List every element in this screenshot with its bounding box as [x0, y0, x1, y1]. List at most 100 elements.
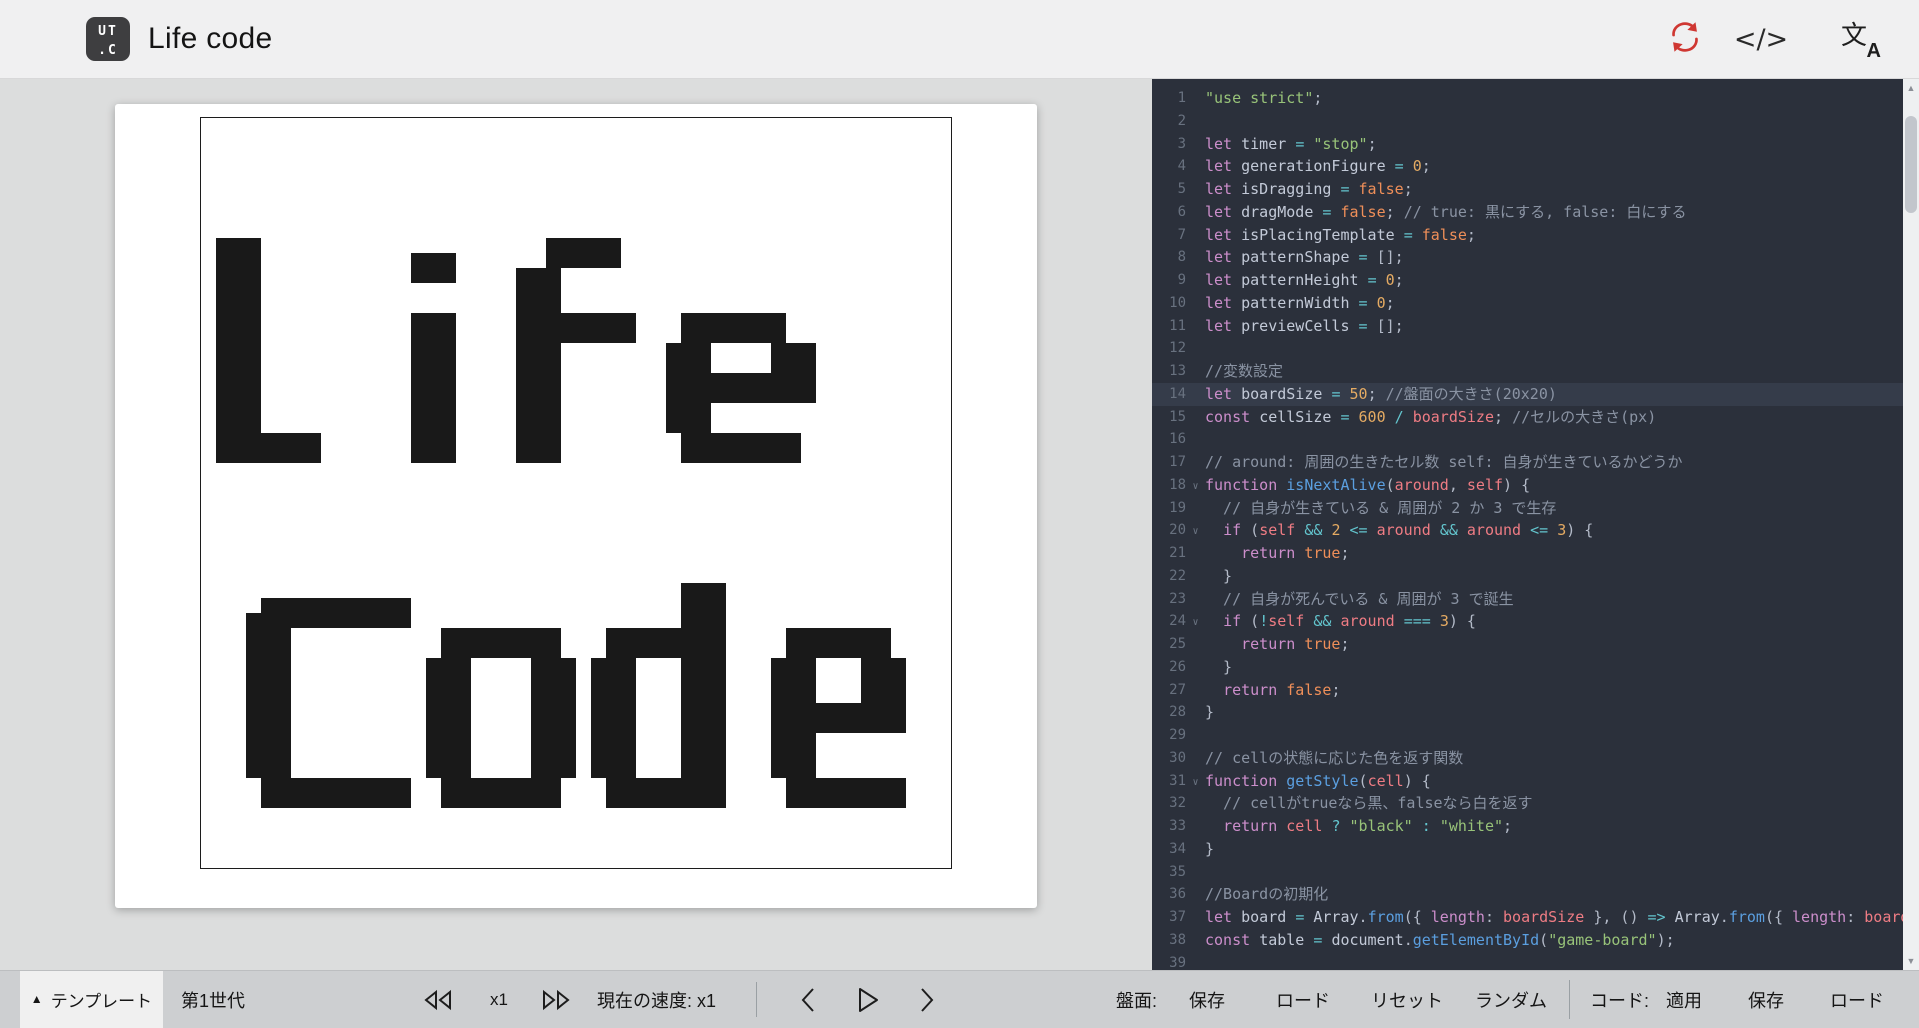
code-line[interactable]: 32 // cellがtrueなら黒、falseなら白を返す [1152, 792, 1919, 815]
code-line[interactable]: 35 [1152, 861, 1919, 884]
line-number: 19 [1152, 497, 1186, 520]
code-line[interactable]: 30// cellの状態に応じた色を返す関数 [1152, 747, 1919, 770]
board-pixel [591, 658, 636, 778]
speed-down-button[interactable] [423, 971, 453, 1028]
code-text: if (!self && around === 3) { [1205, 610, 1476, 633]
refresh-button[interactable] [1660, 0, 1710, 78]
code-line[interactable]: 36//Boardの初期化 [1152, 883, 1919, 906]
chevron-right-icon [919, 987, 935, 1013]
scrollbar-thumb[interactable] [1905, 116, 1917, 213]
code-line[interactable]: 23 // 自身が死んでいる & 周囲が 3 で誕生 [1152, 588, 1919, 611]
code-line[interactable]: 20∨ if (self && 2 <= around && around <=… [1152, 519, 1919, 542]
board-card [115, 104, 1037, 908]
code-line[interactable]: 7let isPlacingTemplate = false; [1152, 224, 1919, 247]
code-apply-button[interactable]: 適用 [1666, 971, 1702, 1028]
fold-gutter [1186, 499, 1205, 522]
line-number: 14 [1152, 383, 1186, 406]
speed-up-button[interactable] [541, 971, 571, 1028]
code-line[interactable]: 13//変数設定 [1152, 360, 1919, 383]
code-line[interactable]: 8let patternShape = []; [1152, 246, 1919, 269]
code-line[interactable]: 14let boardSize = 50; //盤面の大きさ(20x20) [1152, 383, 1919, 406]
code-line[interactable]: 2 [1152, 110, 1919, 133]
fold-chevron-icon[interactable]: ∨ [1186, 476, 1205, 499]
code-line[interactable]: 37let board = Array.from({ length: board… [1152, 906, 1919, 929]
line-number: 3 [1152, 133, 1186, 156]
code-text: let isPlacingTemplate = false; [1205, 224, 1476, 247]
code-line[interactable]: 4let generationFigure = 0; [1152, 155, 1919, 178]
board-pixel [411, 253, 456, 283]
editor-scrollbar[interactable]: ▲ ▼ [1903, 79, 1919, 970]
code-line[interactable]: 17// around: 周囲の生きたセル数 self: 自身が生きているかどう… [1152, 451, 1919, 474]
fold-chevron-icon[interactable]: ∨ [1186, 772, 1205, 795]
code-line[interactable]: 26 } [1152, 656, 1919, 679]
code-line[interactable]: 31∨function getStyle(cell) { [1152, 770, 1919, 793]
game-board[interactable] [200, 117, 952, 869]
code-text: } [1205, 565, 1232, 588]
fold-gutter [1186, 817, 1205, 840]
board-load-button[interactable]: ロード [1276, 971, 1330, 1028]
board-pixel [786, 703, 906, 733]
previous-generation-button[interactable] [800, 971, 816, 1028]
code-line[interactable]: 16 [1152, 428, 1919, 451]
line-number: 29 [1152, 724, 1186, 747]
code-text: return cell ? "black" : "white"; [1205, 815, 1512, 838]
template-button[interactable]: ▲ テンプレート [20, 971, 163, 1028]
line-number: 2 [1152, 110, 1186, 133]
scroll-up-icon[interactable]: ▲ [1903, 80, 1919, 96]
code-line[interactable]: 1 "use strict"; [1152, 87, 1919, 110]
fold-gutter [1186, 453, 1205, 476]
line-number: 33 [1152, 815, 1186, 838]
board-random-button[interactable]: ランダム [1475, 971, 1547, 1028]
bottom-toolbar: ▲ テンプレート 第1世代 x1 現在の速度: x1 [0, 970, 1919, 1028]
fold-gutter [1186, 112, 1205, 135]
code-line[interactable]: 38const table = document.getElementById(… [1152, 929, 1919, 952]
play-button[interactable] [856, 971, 880, 1028]
code-line[interactable]: 11let previewCells = []; [1152, 315, 1919, 338]
code-line[interactable]: 21 return true; [1152, 542, 1919, 565]
code-line[interactable]: 27 return false; [1152, 679, 1919, 702]
code-save-button[interactable]: 保存 [1748, 971, 1784, 1028]
fold-chevron-icon[interactable]: ∨ [1186, 521, 1205, 544]
code-line[interactable]: 29 [1152, 724, 1919, 747]
scroll-down-icon[interactable]: ▼ [1903, 953, 1919, 969]
code-line[interactable]: 15const cellSize = 600 / boardSize; //セル… [1152, 406, 1919, 429]
line-number: 22 [1152, 565, 1186, 588]
board-save-button[interactable]: 保存 [1189, 971, 1225, 1028]
code-line[interactable]: 9let patternHeight = 0; [1152, 269, 1919, 292]
language-button[interactable]: 文 A [1834, 0, 1888, 78]
line-number: 35 [1152, 861, 1186, 884]
line-number: 17 [1152, 451, 1186, 474]
code-line[interactable]: 6let dragMode = false; // true: 黒にする, fa… [1152, 201, 1919, 224]
code-line[interactable]: 39 [1152, 952, 1919, 971]
code-line[interactable]: 25 return true; [1152, 633, 1919, 656]
code-line[interactable]: 24∨ if (!self && around === 3) { [1152, 610, 1919, 633]
next-generation-button[interactable] [919, 971, 935, 1028]
code-text: // cellがtrueなら黒、falseなら白を返す [1205, 792, 1533, 815]
code-line[interactable]: 3let timer = "stop"; [1152, 133, 1919, 156]
code-line[interactable]: 34} [1152, 838, 1919, 861]
code-line[interactable]: 12 [1152, 337, 1919, 360]
code-line[interactable]: 28} [1152, 701, 1919, 724]
code-text: function isNextAlive(around, self) { [1205, 474, 1530, 497]
code-text: "use strict"; [1205, 87, 1322, 110]
code-line[interactable]: 10let patternWidth = 0; [1152, 292, 1919, 315]
board-pixel [261, 778, 411, 808]
code-text: // 自身が生きている & 周囲が 2 か 3 で生存 [1205, 497, 1556, 520]
fold-chevron-icon[interactable]: ∨ [1186, 612, 1205, 635]
code-line[interactable]: 22 } [1152, 565, 1919, 588]
fold-gutter [1186, 658, 1205, 681]
fold-gutter [1186, 362, 1205, 385]
board-reset-button[interactable]: リセット [1371, 971, 1443, 1028]
code-line[interactable]: 5let isDragging = false; [1152, 178, 1919, 201]
code-panel-toggle-button[interactable]: </> [1736, 0, 1786, 78]
code-line[interactable]: 33 return cell ? "black" : "white"; [1152, 815, 1919, 838]
code-editor[interactable]: 1 "use strict"; 23let timer = "stop";4let … [1152, 79, 1919, 970]
board-pixel [606, 628, 696, 658]
line-number: 1 [1152, 87, 1186, 110]
current-speed-label: 現在の速度: x1 [597, 971, 716, 1028]
code-line[interactable]: 19 // 自身が生きている & 周囲が 2 か 3 で生存 [1152, 497, 1919, 520]
code-line[interactable]: 18∨function isNextAlive(around, self) { [1152, 474, 1919, 497]
code-load-button[interactable]: ロード [1830, 971, 1884, 1028]
code-text: let patternHeight = 0; [1205, 269, 1404, 292]
code-section-label: コード: [1590, 971, 1649, 1028]
